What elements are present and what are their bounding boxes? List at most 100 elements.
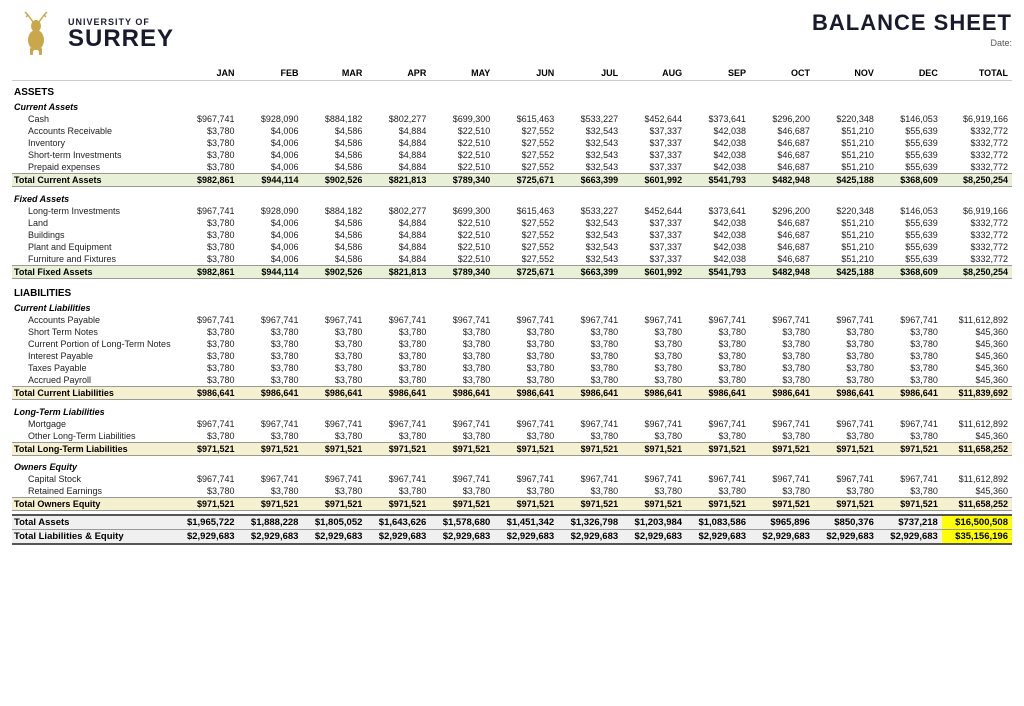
row-value: $967,741 xyxy=(686,473,750,485)
row-value: $11,658,252 xyxy=(942,498,1012,511)
row-value: $967,741 xyxy=(366,418,430,430)
row-value: $967,741 xyxy=(430,473,494,485)
row-value: $3,780 xyxy=(302,485,366,498)
row-value: $3,780 xyxy=(366,430,430,443)
row-value: $3,780 xyxy=(750,430,814,443)
row-value: $296,200 xyxy=(750,205,814,217)
row-value: $37,337 xyxy=(622,241,686,253)
row-value: $986,641 xyxy=(175,387,239,400)
row-value: $967,741 xyxy=(814,473,878,485)
row-value: $220,348 xyxy=(814,205,878,217)
row-value: $3,780 xyxy=(175,338,239,350)
row-value: $4,884 xyxy=(366,137,430,149)
row-value: $51,210 xyxy=(814,241,878,253)
row-value: $4,884 xyxy=(366,217,430,229)
row-value: $45,360 xyxy=(942,362,1012,374)
row-value: $3,780 xyxy=(175,253,239,266)
row-value: $3,780 xyxy=(622,350,686,362)
row-value: $967,741 xyxy=(558,314,622,326)
row-value: $4,586 xyxy=(302,137,366,149)
row-label: Total Owners Equity xyxy=(12,498,175,511)
row-value: $3,780 xyxy=(430,350,494,362)
row-value: $3,780 xyxy=(175,137,239,149)
row-value: $55,639 xyxy=(878,241,942,253)
row-value: $3,780 xyxy=(175,350,239,362)
row-value: $51,210 xyxy=(814,217,878,229)
row-value: $967,741 xyxy=(558,418,622,430)
row-value: $332,772 xyxy=(942,125,1012,137)
row-value: $967,741 xyxy=(430,314,494,326)
row-value: $3,780 xyxy=(366,338,430,350)
row-value: $986,641 xyxy=(814,387,878,400)
row-value: $967,741 xyxy=(814,418,878,430)
row-value: $3,780 xyxy=(175,326,239,338)
col-mar: MAR xyxy=(302,66,366,81)
table-row: Long-term Investments$967,741$928,090$88… xyxy=(12,205,1012,217)
row-value: $332,772 xyxy=(942,241,1012,253)
row-value: $42,038 xyxy=(686,241,750,253)
row-value: $2,929,683 xyxy=(366,529,430,544)
row-value: $986,641 xyxy=(366,387,430,400)
row-value: $971,521 xyxy=(239,442,303,455)
row-value: $967,741 xyxy=(750,314,814,326)
row-value: $3,780 xyxy=(686,430,750,443)
row-value: $3,780 xyxy=(622,430,686,443)
row-value: $4,586 xyxy=(302,217,366,229)
row-value: $220,348 xyxy=(814,113,878,125)
row-value: $821,813 xyxy=(366,265,430,278)
table-row: Total Liabilities & Equity$2,929,683$2,9… xyxy=(12,529,1012,544)
row-value: $2,929,683 xyxy=(494,529,558,544)
row-value: $4,884 xyxy=(366,125,430,137)
row-value: $452,644 xyxy=(622,205,686,217)
row-value: $3,780 xyxy=(430,362,494,374)
row-value: $3,780 xyxy=(239,374,303,387)
row-value: $3,780 xyxy=(175,485,239,498)
row-value: $3,780 xyxy=(494,350,558,362)
row-value: $3,780 xyxy=(175,149,239,161)
row-value: $2,929,683 xyxy=(558,529,622,544)
table-row: Current Portion of Long-Term Notes$3,780… xyxy=(12,338,1012,350)
row-value: $3,780 xyxy=(494,374,558,387)
row-value: $1,578,680 xyxy=(430,515,494,530)
table-row: Plant and Equipment$3,780$4,006$4,586$4,… xyxy=(12,241,1012,253)
table-row: Accounts Payable$967,741$967,741$967,741… xyxy=(12,314,1012,326)
row-value: $971,521 xyxy=(750,498,814,511)
row-value: $4,586 xyxy=(302,253,366,266)
row-value: $3,780 xyxy=(814,430,878,443)
row-value: $4,006 xyxy=(239,161,303,174)
row-value: $967,741 xyxy=(494,314,558,326)
row-value: $55,639 xyxy=(878,161,942,174)
row-label: Short Term Notes xyxy=(12,326,175,338)
row-value: $986,641 xyxy=(750,387,814,400)
row-value: $3,780 xyxy=(430,338,494,350)
row-value: $725,671 xyxy=(494,174,558,187)
row-value: $971,521 xyxy=(622,498,686,511)
row-value: $27,552 xyxy=(494,253,558,266)
row-value: $22,510 xyxy=(430,137,494,149)
row-value: $967,741 xyxy=(686,314,750,326)
row-value: $884,182 xyxy=(302,205,366,217)
row-value: $965,896 xyxy=(750,515,814,530)
row-value: $46,687 xyxy=(750,149,814,161)
table-row: Cash$967,741$928,090$884,182$802,277$699… xyxy=(12,113,1012,125)
col-header-label xyxy=(12,66,175,81)
row-label: Total Current Liabilities xyxy=(12,387,175,400)
row-value: $971,521 xyxy=(430,498,494,511)
row-value: $42,038 xyxy=(686,125,750,137)
row-value: $22,510 xyxy=(430,229,494,241)
row-value: $2,929,683 xyxy=(878,529,942,544)
col-jul: JUL xyxy=(558,66,622,81)
row-value: $3,780 xyxy=(239,350,303,362)
row-value: $902,526 xyxy=(302,265,366,278)
row-value: $37,337 xyxy=(622,253,686,266)
table-row: Total Fixed Assets$982,861$944,114$902,5… xyxy=(12,265,1012,278)
col-total: TOTAL xyxy=(942,66,1012,81)
row-value: $42,038 xyxy=(686,137,750,149)
row-value: $967,741 xyxy=(686,418,750,430)
row-value: $986,641 xyxy=(430,387,494,400)
row-value: $3,780 xyxy=(878,374,942,387)
row-value: $2,929,683 xyxy=(750,529,814,544)
row-value: $1,643,626 xyxy=(366,515,430,530)
row-value: $3,780 xyxy=(430,326,494,338)
col-jun: JUN xyxy=(494,66,558,81)
